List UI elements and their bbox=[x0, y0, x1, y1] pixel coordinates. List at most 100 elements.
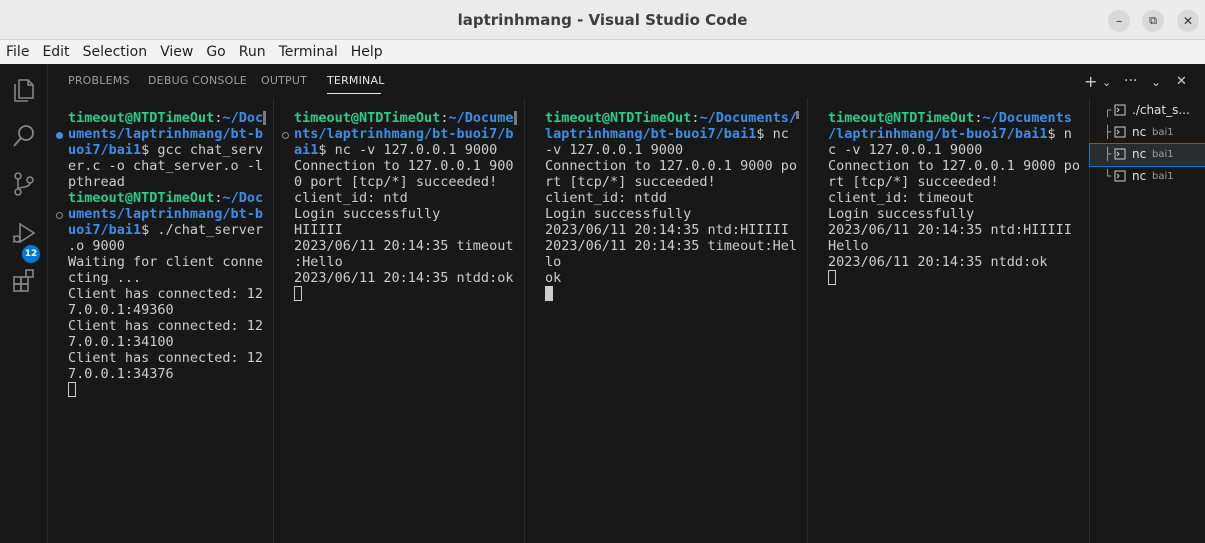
close-icon[interactable]: ✕ bbox=[1177, 10, 1199, 32]
terminal-pane-client-timeout[interactable]: timeout@NTDTimeOut:~/Documents/laptrinhm… bbox=[808, 98, 1090, 543]
terminal-line: ai1$ nc -v 127.0.0.1 9000 bbox=[294, 142, 513, 158]
terminal-line: laptrinhmang/bt-buoi7/bai1$ nc bbox=[545, 126, 797, 142]
terminal-text: 2023/06/11 20:14:35 ntdd:ok bbox=[294, 270, 514, 286]
run-debug-icon[interactable] bbox=[10, 219, 38, 247]
command-running-icon bbox=[56, 212, 63, 219]
terminal-text: rt [tcp/*] succeeded! bbox=[828, 174, 999, 190]
terminal-text: 7.0.0.1:49360 bbox=[68, 302, 174, 318]
terminal-line: Connection to 127.0.0.1 900 bbox=[294, 158, 513, 174]
terminal-pane-server[interactable]: timeout@NTDTimeOut:~/Doc uments/laptrinhm… bbox=[48, 98, 274, 543]
terminal-text: 7.0.0.1:34376 bbox=[68, 366, 174, 382]
collapse-panel-icon[interactable]: ⌄ bbox=[1151, 75, 1161, 89]
terminal-line: Client has connected: 12 bbox=[68, 318, 263, 334]
prompt-path: ~/Docume bbox=[448, 110, 514, 126]
terminal-line: timeout@NTDTimeOut:~/Doc bbox=[68, 110, 263, 126]
terminal-list-item-selected[interactable]: ├ nc bai1 bbox=[1089, 143, 1205, 167]
source-control-icon[interactable] bbox=[10, 170, 38, 198]
terminal-line: 0 port [tcp/*] succeeded! bbox=[294, 174, 513, 190]
menu-go[interactable]: Go bbox=[206, 44, 225, 60]
terminal-text: :Hello bbox=[294, 254, 343, 270]
terminal-output: timeout@NTDTimeOut:~/Documents/laptrinhm… bbox=[294, 110, 513, 302]
terminal-text: 2023/06/11 20:14:35 ntdd:ok bbox=[828, 254, 1048, 270]
terminal-text: 2023/06/11 20:14:35 ntd:HIIIII bbox=[828, 222, 1072, 238]
terminal-cursor bbox=[828, 270, 836, 285]
extensions-icon[interactable] bbox=[10, 267, 38, 295]
menu-help[interactable]: Help bbox=[351, 44, 383, 60]
terminal-text: -v 127.0.0.1 9000 bbox=[545, 142, 684, 158]
terminal-pane-client-ntd[interactable]: timeout@NTDTimeOut:~/Docume nts/laptrinhm… bbox=[274, 98, 525, 543]
terminal-text: cting ... bbox=[68, 270, 142, 286]
source-control-badge: 12 bbox=[22, 245, 40, 263]
terminal-line: Connection to 127.0.0.1 9000 po bbox=[545, 158, 797, 174]
more-actions-icon[interactable]: ··· bbox=[1124, 73, 1137, 89]
terminal-output: timeout@NTDTimeOut:~/Documents/laptrinhm… bbox=[68, 110, 263, 398]
terminal-text: Connection to 127.0.0.1 900 bbox=[294, 158, 514, 174]
tab-debug-console[interactable]: DEBUG CONSOLE bbox=[148, 74, 247, 87]
terminal-line: uoi7/bai1$ ./chat_server bbox=[68, 222, 263, 238]
terminal-line: Client has connected: 12 bbox=[68, 286, 263, 302]
terminal-line: 2023/06/11 20:14:35 ntdd:ok bbox=[828, 254, 1080, 270]
terminal-text: client_id: timeout bbox=[828, 190, 975, 206]
terminal-line: HIIIII bbox=[294, 222, 513, 238]
terminal-text: 2023/06/11 20:14:35 ntd:HIIIII bbox=[545, 222, 789, 238]
terminal-pane-client-ntdd[interactable]: timeout@NTDTimeOut:~/Documents/laptrinhm… bbox=[525, 98, 808, 543]
activity-bar: 12 bbox=[0, 64, 48, 543]
tree-connector: ┌ bbox=[1104, 103, 1112, 117]
terminal-text: Connection to 127.0.0.1 9000 po bbox=[828, 158, 1080, 174]
terminal-line: pthread bbox=[68, 174, 263, 190]
tab-terminal[interactable]: TERMINAL bbox=[327, 74, 385, 87]
terminal-name: nc bbox=[1132, 169, 1147, 183]
terminal-text: Login successfully bbox=[545, 206, 692, 222]
terminal-line: 7.0.0.1:49360 bbox=[68, 302, 263, 318]
terminal-line: /laptrinhmang/bt-buoi7/bai1$ n bbox=[828, 126, 1080, 142]
new-terminal-icon[interactable]: + bbox=[1084, 72, 1097, 91]
menu-selection[interactable]: Selection bbox=[83, 44, 148, 60]
minimize-icon[interactable]: – bbox=[1108, 10, 1130, 32]
terminal-line: er.c -o chat_server.o -l bbox=[68, 158, 263, 174]
terminal-text: er.c -o chat_server.o -l bbox=[68, 158, 264, 174]
terminal-text: pthread bbox=[68, 174, 125, 190]
terminal-line: cting ... bbox=[68, 270, 263, 286]
menu-bar: File Edit Selection View Go Run Terminal… bbox=[0, 40, 1205, 64]
terminal-text: HIIIII bbox=[294, 222, 343, 238]
terminal-list-item[interactable]: ┌ ./chat_s... bbox=[1090, 100, 1205, 122]
window-title: laptrinhmang - Visual Studio Code bbox=[457, 11, 748, 29]
terminal-text: ok bbox=[545, 270, 562, 286]
menu-view[interactable]: View bbox=[160, 44, 193, 60]
panel-tabs: PROBLEMS DEBUG CONSOLE OUTPUT TERMINAL +… bbox=[48, 64, 1205, 98]
terminal-text: rt [tcp/*] succeeded! bbox=[545, 174, 716, 190]
menu-run[interactable]: Run bbox=[239, 44, 266, 60]
terminal-list-item[interactable]: ├ nc bai1 bbox=[1090, 122, 1205, 144]
terminal-cwd: bai1 bbox=[1152, 149, 1174, 160]
chevron-down-icon[interactable]: ⌄ bbox=[1102, 76, 1111, 89]
terminal-line: client_id: ntdd bbox=[545, 190, 797, 206]
menu-edit[interactable]: Edit bbox=[42, 44, 69, 60]
prompt-user: timeout@NTDTimeOut bbox=[294, 110, 441, 126]
terminal-list-item[interactable]: └ nc bai1 bbox=[1090, 166, 1205, 188]
prompt-path: /laptrinhmang/bt-buoi7/bai1 bbox=[828, 126, 1048, 142]
tree-connector: └ bbox=[1104, 169, 1112, 183]
terminal-cwd: bai1 bbox=[1152, 127, 1174, 138]
terminal-scrollbar[interactable] bbox=[263, 111, 266, 125]
menu-file[interactable]: File bbox=[6, 44, 29, 60]
search-icon[interactable] bbox=[10, 122, 38, 150]
prompt-path: ~/Doc bbox=[222, 190, 264, 206]
terminal-text: Connection to 127.0.0.1 9000 po bbox=[545, 158, 797, 174]
explorer-icon[interactable] bbox=[10, 76, 38, 104]
menu-terminal[interactable]: Terminal bbox=[279, 44, 338, 60]
terminal-name: ./chat_s... bbox=[1132, 103, 1190, 117]
tab-problems[interactable]: PROBLEMS bbox=[68, 74, 130, 87]
prompt-path: ai1 bbox=[294, 142, 319, 158]
terminal-scrollbar[interactable] bbox=[514, 111, 517, 125]
maximize-icon[interactable]: ⧉ bbox=[1142, 10, 1164, 32]
prompt-user: timeout@NTDTimeOut bbox=[68, 110, 215, 126]
terminal-line: Login successfully bbox=[828, 206, 1080, 222]
prompt-path: ~/Documents/ bbox=[699, 110, 797, 126]
terminal-line: -v 127.0.0.1 9000 bbox=[545, 142, 797, 158]
terminal-text: 2023/06/11 20:14:35 timeout:Hel bbox=[545, 238, 797, 254]
close-panel-icon[interactable]: ✕ bbox=[1176, 74, 1187, 89]
tree-connector: ├ bbox=[1104, 147, 1112, 161]
terminal-cursor bbox=[68, 382, 76, 397]
tab-output[interactable]: OUTPUT bbox=[261, 74, 307, 87]
terminal-text: Client has connected: 12 bbox=[68, 318, 264, 334]
